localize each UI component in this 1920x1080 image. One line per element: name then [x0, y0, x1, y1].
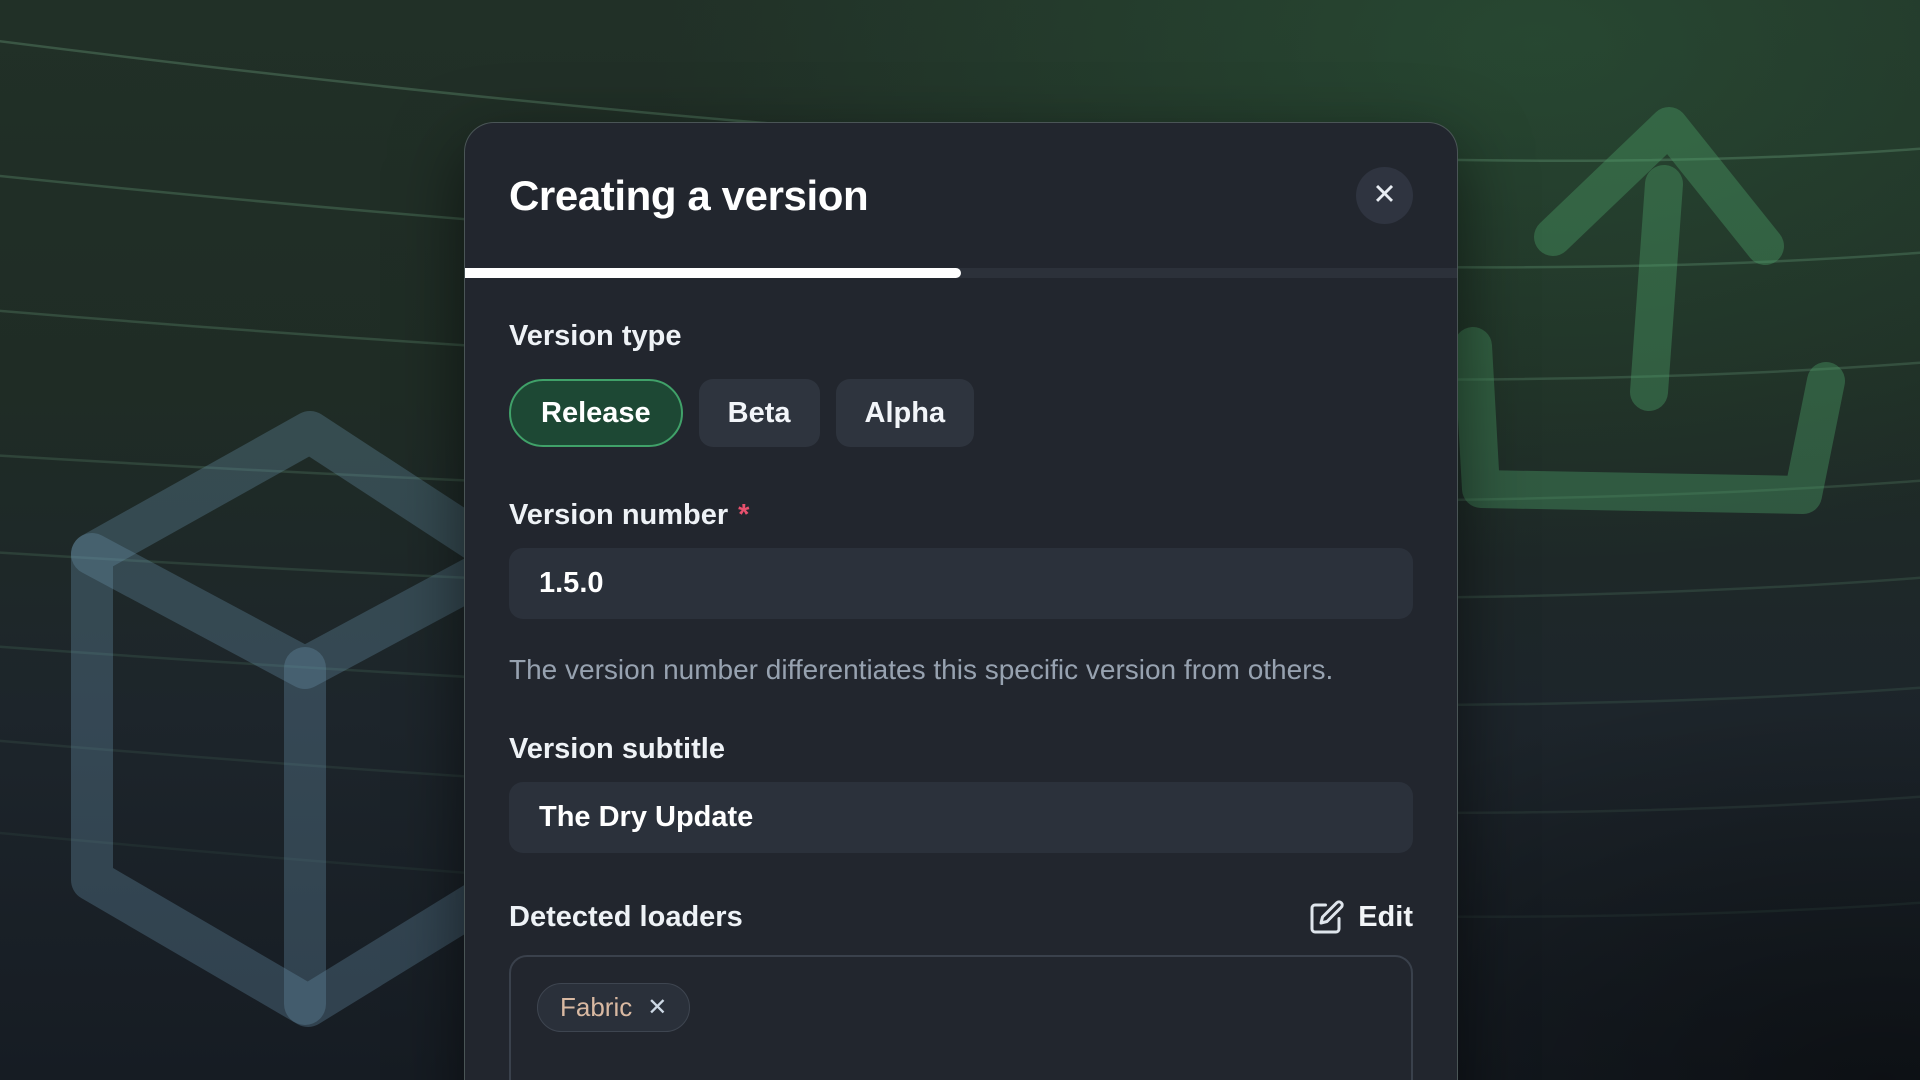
version-type-beta-button[interactable]: Beta	[699, 379, 820, 447]
remove-icon: ✕	[647, 994, 667, 1021]
version-number-label: Version number*	[509, 498, 1413, 532]
upload-arrow-icon	[1473, 126, 1826, 495]
version-type-release-button[interactable]: Release	[509, 379, 683, 447]
detected-loaders-label: Detected loaders	[509, 900, 743, 934]
edit-icon	[1309, 899, 1345, 935]
version-type-label: Version type	[509, 319, 1413, 353]
create-version-modal: Creating a version ✕ Version type Releas…	[464, 122, 1458, 1080]
version-type-options: Release Beta Alpha	[509, 379, 1413, 447]
version-number-help: The version number differentiates this s…	[509, 648, 1389, 692]
loader-tag-fabric: Fabric ✕	[537, 983, 690, 1032]
progress-bar	[465, 268, 1457, 278]
required-asterisk: *	[738, 499, 749, 531]
version-subtitle-label: Version subtitle	[509, 732, 1413, 766]
modal-title: Creating a version	[509, 172, 868, 220]
version-subtitle-input[interactable]	[509, 782, 1413, 853]
detected-loaders-header: Detected loaders Edit	[509, 899, 1413, 935]
package-cube-icon	[92, 432, 506, 1006]
page-background: Creating a version ✕ Version type Releas…	[0, 0, 1920, 1080]
version-number-input[interactable]	[509, 548, 1413, 619]
modal-body: Version type Release Beta Alpha Version …	[465, 319, 1457, 1080]
progress-fill	[465, 268, 961, 278]
edit-button-label: Edit	[1358, 901, 1413, 934]
edit-loaders-button[interactable]: Edit	[1309, 899, 1413, 935]
modal-header: Creating a version ✕	[465, 123, 1457, 268]
close-button[interactable]: ✕	[1356, 167, 1413, 224]
close-icon: ✕	[1372, 181, 1396, 210]
remove-loader-button[interactable]: ✕	[647, 996, 667, 1020]
version-type-alpha-button[interactable]: Alpha	[836, 379, 975, 447]
detected-loaders-box: Fabric ✕	[509, 955, 1413, 1080]
loader-tag-label: Fabric	[560, 992, 632, 1023]
